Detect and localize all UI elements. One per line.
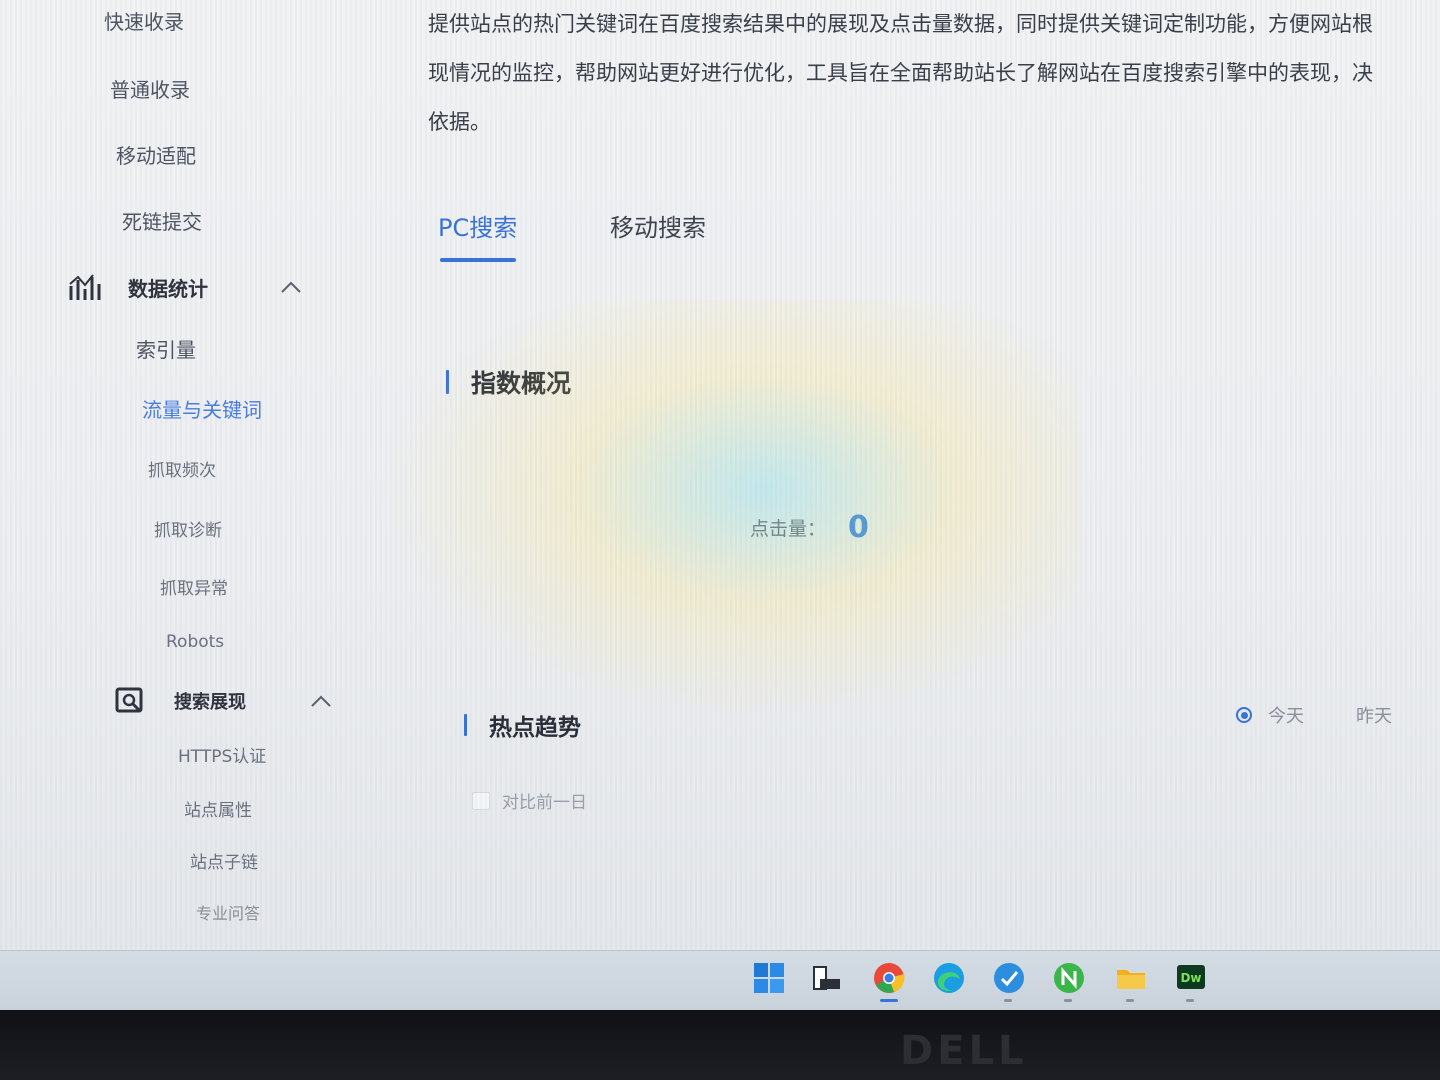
dreamweaver-icon[interactable]: Dw [1174,961,1208,995]
search-display-icon [115,687,143,713]
section-accent-bar [446,370,449,394]
sidebar-item-deadlink[interactable]: 死链提交 [122,206,202,235]
description-line: 依据。 [428,110,491,134]
search-type-tabs: PC搜索 移动搜索 [438,200,838,270]
sidebar-item-index-volume[interactable]: 索引量 [136,334,196,363]
sidebar-item-mobile-adapt[interactable]: 移动适配 [116,140,196,169]
task-view-icon[interactable] [810,961,844,995]
sidebar-group-search-display[interactable]: 搜索展现 [114,686,332,716]
active-app-indicator [880,999,898,1002]
range-today-label[interactable]: 今天 [1268,702,1304,728]
running-app-indicator [1186,999,1194,1002]
tool-description: 提供站点的热门关键词在百度搜索结果中的展现及点击量数据，同时提供关键词定制功能，… [428,0,1440,147]
svg-text:Dw: Dw [1180,971,1201,985]
compare-checkbox[interactable] [472,791,490,810]
file-explorer-icon[interactable] [1114,961,1148,995]
active-tab-indicator [440,258,516,262]
bar-chart-icon [69,274,101,300]
moire-overlay [380,300,1080,720]
taskbar: Dw [0,950,1440,1010]
running-app-indicator [1126,999,1134,1002]
sidebar-item-quick-index[interactable]: 快速收录 [104,6,184,35]
trends-title: 热点趋势 [489,715,581,741]
sidebar-item-crawl-diagnosis[interactable]: 抓取诊断 [154,516,222,541]
monitor-brand-logo: DELL [900,1028,1028,1074]
monitor-bezel [0,1010,1440,1080]
compare-previous-day[interactable]: 对比前一日 [472,788,587,813]
sidebar-item-professional-qa[interactable]: 专业问答 [196,900,260,924]
screen: 快速收录 普通收录 移动适配 死链提交 数据统计 索引量 流量与关键词 抓取频次… [0,0,1440,1010]
running-app-indicator [1004,999,1012,1002]
tab-pc-search[interactable]: PC搜索 [438,208,517,243]
sidebar: 快速收录 普通收录 移动适配 死链提交 数据统计 索引量 流量与关键词 抓取频次… [0,0,380,950]
sidebar-item-normal-index[interactable]: 普通收录 [110,74,190,103]
metric-value: 0 [848,510,869,545]
radio-selected-dot [1240,711,1248,719]
chrome-icon[interactable] [872,961,906,995]
sidebar-item-crawl-frequency[interactable]: 抓取频次 [148,456,216,481]
sidebar-item-traffic-keywords[interactable]: 流量与关键词 [142,394,262,423]
windows-start-icon[interactable] [752,961,786,995]
sidebar-group-label: 搜索展现 [174,692,246,713]
date-range-selector: 今天 昨天 [1236,702,1392,728]
sidebar-item-robots[interactable]: Robots [166,632,224,652]
edge-icon[interactable] [932,961,966,995]
overview-title: 指数概况 [471,369,572,398]
trends-section-title: 热点趋势 [464,708,581,742]
description-line: 现情况的监控，帮助网站更好进行优化，工具旨在全面帮助站长了解网站在百度搜索引擎中… [428,61,1373,85]
tab-mobile-search[interactable]: 移动搜索 [610,208,706,243]
overview-section-title: 指数概况 [446,364,571,400]
chevron-up-icon[interactable] [280,280,302,294]
running-app-indicator [1064,999,1072,1002]
range-yesterday-label[interactable]: 昨天 [1356,702,1392,728]
radio-today[interactable] [1236,707,1252,723]
green-app-icon[interactable] [1052,961,1086,995]
sidebar-group-label: 数据统计 [128,276,208,301]
mail-app-icon[interactable] [992,961,1026,995]
click-metric: 点击量： 0 [750,510,869,545]
metric-label: 点击量： [750,518,827,540]
sidebar-item-https[interactable]: HTTPS认证 [178,742,266,767]
sidebar-item-crawl-errors[interactable]: 抓取异常 [160,574,228,599]
description-line: 提供站点的热门关键词在百度搜索结果中的展现及点击量数据，同时提供关键词定制功能，… [428,12,1373,36]
sidebar-item-site-sublinks[interactable]: 站点子链 [190,848,258,873]
chevron-up-icon[interactable] [310,694,332,708]
sidebar-item-site-attributes[interactable]: 站点属性 [184,796,252,821]
section-accent-bar [464,714,467,736]
sidebar-group-data-stats[interactable]: 数据统计 [68,272,302,302]
compare-label: 对比前一日 [502,793,587,813]
